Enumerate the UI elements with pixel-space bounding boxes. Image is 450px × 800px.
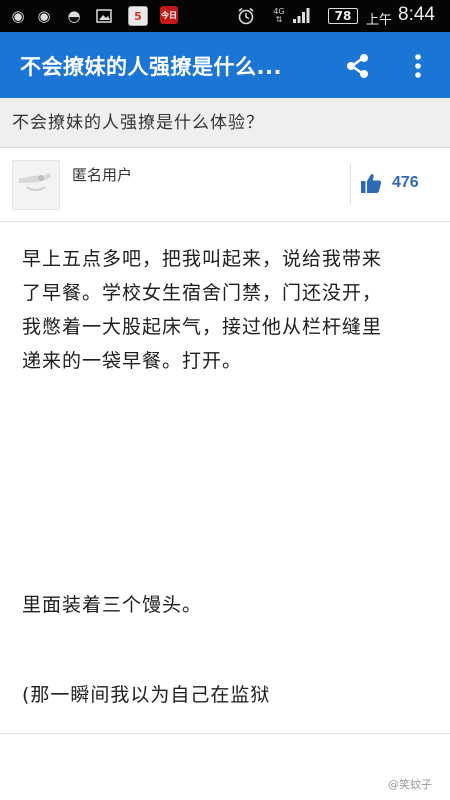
more-options-button[interactable]	[408, 52, 428, 80]
author-name[interactable]: 匿名用户	[72, 164, 132, 185]
weibo-icon: ◉	[37, 7, 51, 25]
battery-icon: 78	[328, 8, 358, 24]
wechat-icon: ◓	[67, 7, 81, 25]
clock-ampm: 上午	[366, 12, 393, 28]
answer-paragraph: (那一瞬间我以为自己在监狱	[22, 684, 271, 706]
share-button[interactable]	[344, 52, 372, 80]
clock-time: 8:44	[398, 4, 435, 25]
share-icon	[347, 54, 368, 78]
watermark: @笑蚊子	[388, 778, 432, 791]
anonymous-avatar-icon	[13, 161, 59, 209]
avatar[interactable]	[12, 160, 60, 210]
weibo-icon: ◉	[11, 7, 25, 25]
thumbs-up-icon	[361, 174, 382, 193]
bottom-divider	[0, 733, 450, 734]
status-bar: ◉ ◉ ◓ 5 今日 4G ⇅ 78 上午 8:44	[0, 0, 450, 32]
question-header[interactable]: 不会撩妹的人强撩是什么体验？	[0, 98, 450, 148]
question-title: 不会撩妹的人强撩是什么体验？	[12, 113, 264, 133]
answer-paragraph: 早上五点多吧，把我叫起来，说给我带来 了早餐。学校女生宿舍门禁，门还没开， 我憋…	[22, 248, 383, 372]
signal-icon	[292, 6, 310, 24]
data-arrows-icon: ⇅	[275, 15, 283, 24]
author-row: 匿名用户 476	[0, 148, 450, 222]
news-app-icon: 今日	[160, 6, 178, 24]
app-5-icon: 5	[128, 6, 148, 26]
app-bar-title: 不会撩妹的人强撩是什么...	[20, 55, 282, 79]
network-type-icon: 4G ⇅	[268, 6, 290, 26]
answer-paragraph: 里面装着三个馒头。	[22, 594, 203, 616]
image-icon	[94, 6, 114, 26]
upvote-count: 476	[392, 174, 419, 191]
app-bar: 不会撩妹的人强撩是什么...	[0, 32, 450, 98]
upvote-divider	[350, 164, 351, 204]
more-vert-icon	[415, 54, 421, 78]
alarm-icon	[236, 6, 256, 26]
upvote-button[interactable]: 476	[360, 172, 419, 194]
